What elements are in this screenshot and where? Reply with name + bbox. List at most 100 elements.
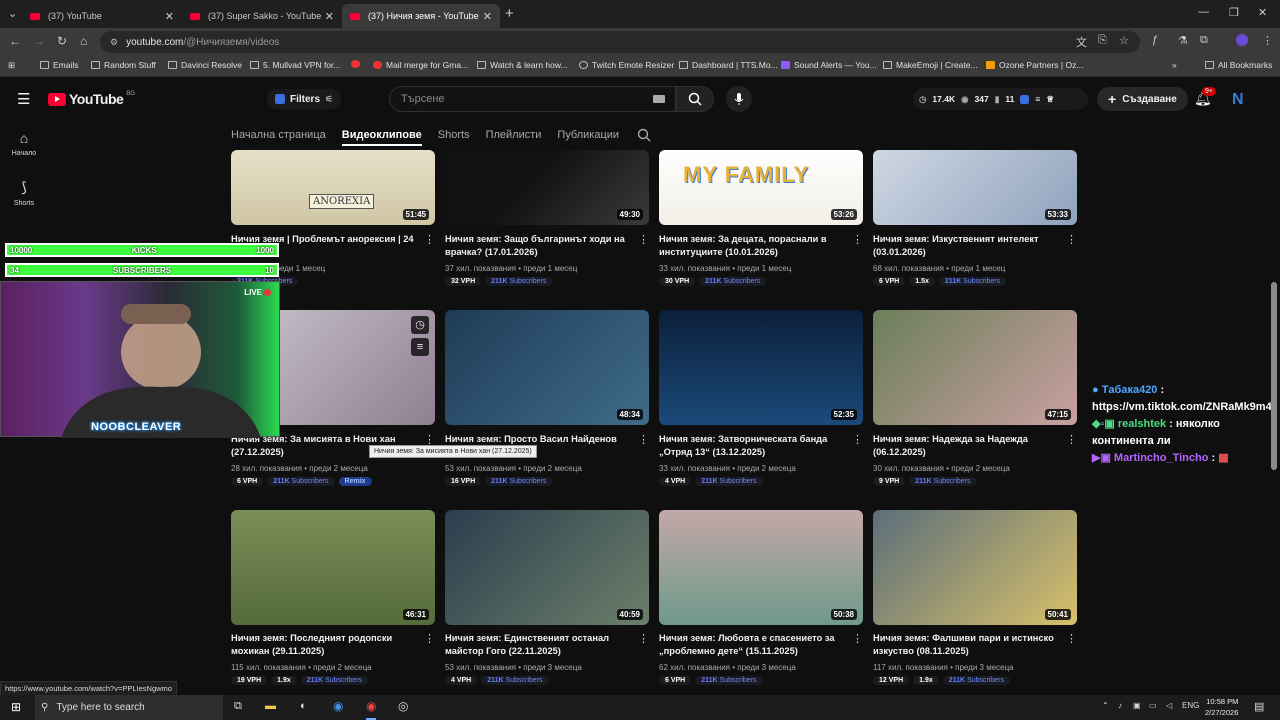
windows-start-icon[interactable]: ⊞: [11, 700, 21, 714]
video-thumbnail[interactable]: 52:35: [659, 310, 863, 425]
bookmark-item[interactable]: Twitch Emote Resizer: [579, 60, 674, 70]
task-view-icon[interactable]: ⧉: [234, 700, 242, 713]
video-menu-icon[interactable]: ⋮: [1066, 433, 1077, 446]
video-card[interactable]: 46:31 Ничия земя: Последният родопски мох…: [231, 510, 435, 687]
browser-tab-active[interactable]: (37) Ничия земя - YouTube ✕: [342, 4, 500, 28]
channel-search-icon[interactable]: [637, 128, 651, 142]
voice-search-button[interactable]: [726, 86, 752, 112]
taskbar-search[interactable]: ⚲ Type here to search: [35, 695, 223, 720]
bookmark-item[interactable]: Mail merge for Gma...: [373, 60, 468, 70]
reload-icon[interactable]: ↻: [57, 34, 67, 48]
bookmark-item[interactable]: Davinci Resolve: [168, 60, 242, 70]
bookmark-item[interactable]: Dashboard | TTS.Mo...: [679, 60, 778, 70]
youtube-logo[interactable]: YouTube BG: [48, 91, 135, 107]
volume-icon[interactable]: ◁: [1166, 701, 1172, 710]
apps-icon[interactable]: ⊞: [8, 60, 15, 71]
video-menu-icon[interactable]: ⋮: [1066, 233, 1077, 246]
video-thumbnail[interactable]: 48:34: [445, 310, 649, 425]
file-explorer-icon[interactable]: ▬: [265, 700, 276, 712]
video-menu-icon[interactable]: ⋮: [638, 233, 649, 246]
install-icon[interactable]: ⎘: [1098, 34, 1107, 47]
video-thumbnail[interactable]: 46:31: [231, 510, 435, 625]
stats-widget[interactable]: ◷ 17.4K ◉ 347 ▮ 11 ≡ ♕: [913, 88, 1088, 110]
video-thumbnail[interactable]: 40:59: [445, 510, 649, 625]
obs-icon[interactable]: ◎: [398, 699, 408, 713]
bookmark-item[interactable]: 5. Mullvad VPN for...: [250, 60, 340, 70]
video-title[interactable]: Ничия земя: Фалшиви пари и истинско изку…: [873, 632, 1059, 658]
video-menu-icon[interactable]: ⋮: [1066, 632, 1077, 645]
video-card[interactable]: 50:38 Ничия земя: Любовта е спасението за…: [659, 510, 863, 687]
notification-center-icon[interactable]: ▤: [1254, 700, 1264, 713]
video-thumbnail[interactable]: 50:38: [659, 510, 863, 625]
video-menu-icon[interactable]: ⋮: [852, 632, 863, 645]
sidebar-item-home[interactable]: ⌂ Начало: [0, 130, 48, 157]
extension-icon[interactable]: ⚗: [1178, 34, 1188, 47]
bookmark-item[interactable]: [351, 60, 360, 68]
close-window-button[interactable]: ✕: [1258, 6, 1267, 19]
video-thumbnail[interactable]: 50:41: [873, 510, 1077, 625]
new-tab-button[interactable]: +: [505, 5, 514, 22]
hamburger-menu-icon[interactable]: ☰: [17, 90, 30, 108]
avatar[interactable]: N: [1232, 91, 1244, 109]
bookmark-item[interactable]: Ozone Partners | Oz...: [986, 60, 1083, 70]
sidebar-item-shorts[interactable]: ⟆ Shorts: [0, 179, 48, 207]
watch-later-icon[interactable]: ◷: [411, 316, 429, 334]
address-bar[interactable]: ⚙ youtube.com/@Ничияземя/videos: [100, 31, 1140, 53]
video-title[interactable]: Ничия земя: Изкуственият интелект (03.01…: [873, 233, 1059, 259]
translate-icon[interactable]: 文: [1076, 34, 1087, 50]
search-button[interactable]: [676, 86, 714, 112]
video-card[interactable]: 40:59 Ничия земя: Единственият останал ма…: [445, 510, 649, 687]
extensions-puzzle-icon[interactable]: ⧉: [1200, 34, 1208, 47]
bookmark-item[interactable]: Sound Alerts — You...: [781, 60, 877, 70]
video-thumbnail[interactable]: 47:15: [873, 310, 1077, 425]
bookmark-item[interactable]: Watch & learn how...: [477, 60, 568, 70]
video-title[interactable]: Ничия земя: Защо българинът ходи на врач…: [445, 233, 631, 259]
close-tab-icon[interactable]: ✕: [165, 10, 174, 23]
video-menu-icon[interactable]: ⋮: [852, 233, 863, 246]
close-tab-icon[interactable]: ✕: [325, 10, 334, 23]
video-title[interactable]: Ничия земя: Единственият останал майстор…: [445, 632, 631, 658]
video-menu-icon[interactable]: ⋮: [424, 632, 435, 645]
network-icon[interactable]: ▭: [1149, 701, 1157, 710]
tab-videos[interactable]: Видеоклипове: [341, 129, 422, 146]
tab-shorts[interactable]: Shorts: [438, 129, 470, 141]
video-card[interactable]: 53:33 Ничия земя: Изкуственият интелект (…: [873, 150, 1077, 288]
bookmark-item[interactable]: MakeEmoji | Create...: [883, 60, 978, 70]
video-title[interactable]: Ничия земя: Последният родопски мохикан …: [231, 632, 417, 658]
video-menu-icon[interactable]: ⋮: [852, 433, 863, 446]
video-card[interactable]: 50:41 Ничия земя: Фалшиви пари и истинско…: [873, 510, 1077, 687]
browser-tab[interactable]: (37) YouTube ✕: [22, 4, 182, 28]
restore-button[interactable]: ❐: [1229, 6, 1239, 19]
app-icon[interactable]: ◐: [300, 700, 307, 712]
menu-kebab-icon[interactable]: ⋮: [1262, 34, 1273, 47]
back-icon[interactable]: ←: [9, 34, 21, 48]
video-menu-icon[interactable]: ⋮: [424, 233, 435, 246]
tab-playlists[interactable]: Плейлисти: [486, 129, 542, 141]
video-card[interactable]: 48:34 Ничия земя: Просто Васил Найденов ⋮ 5…: [445, 310, 649, 488]
all-bookmarks[interactable]: All Bookmarks: [1205, 60, 1272, 70]
video-title[interactable]: Ничия земя: Надежда за Надежда (06.12.20…: [873, 433, 1059, 459]
tab-search-icon[interactable]: ⌄: [8, 7, 17, 20]
video-card[interactable]: 52:35 Ничия земя: Затворническата банда „…: [659, 310, 863, 488]
add-to-queue-icon[interactable]: ≡: [411, 338, 429, 356]
video-card[interactable]: 47:15 Ничия земя: Надежда за Надежда (06.…: [873, 310, 1077, 488]
page-scrollbar[interactable]: [1271, 282, 1277, 470]
tab-home[interactable]: Начална страница: [231, 129, 326, 141]
filters-button[interactable]: Filters ⚟: [267, 89, 342, 109]
video-title[interactable]: Ничия земя: Затворническата банда „Отряд…: [659, 433, 845, 459]
video-menu-icon[interactable]: ⋮: [638, 632, 649, 645]
extension-icon[interactable]: ƒ: [1152, 34, 1158, 46]
tray-app-icon[interactable]: ▣: [1133, 701, 1141, 710]
minimize-button[interactable]: —: [1198, 6, 1209, 18]
site-info-icon[interactable]: ⚙: [110, 37, 118, 48]
more-bookmarks-icon[interactable]: »: [1172, 60, 1177, 70]
browser-tab[interactable]: (37) Super Sakko - YouTube ✕: [182, 4, 342, 28]
language-indicator[interactable]: ENG: [1182, 701, 1199, 710]
video-thumbnail[interactable]: MY FAMILY 53:26: [659, 150, 863, 225]
video-card[interactable]: 49:30 Ничия земя: Защо българинът ходи на…: [445, 150, 649, 288]
video-title[interactable]: Ничия земя: Любовта е спасението за „про…: [659, 632, 845, 658]
video-title[interactable]: Ничия земя: За децата, пораснали в инсти…: [659, 233, 845, 259]
app-icon[interactable]: ◉: [333, 699, 343, 713]
clock[interactable]: 10:58 PM 2/27/2026: [1205, 696, 1238, 718]
forward-icon[interactable]: →: [33, 34, 45, 48]
